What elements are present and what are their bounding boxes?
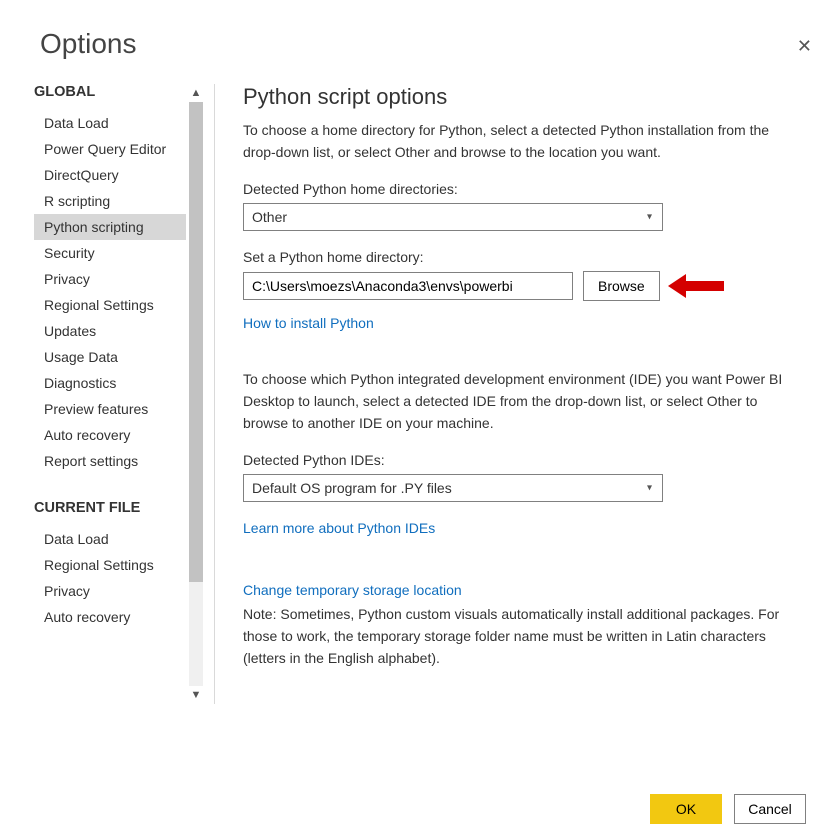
sidebar-item-auto-recovery[interactable]: Auto recovery [34,422,186,448]
link-install-python[interactable]: How to install Python [243,315,374,331]
sidebar-item-security[interactable]: Security [34,240,186,266]
close-icon[interactable]: ✕ [793,32,816,61]
sidebar-item-power-query-editor[interactable]: Power Query Editor [34,136,186,162]
ide-intro-text: To choose which Python integrated develo… [243,369,800,434]
content-heading: Python script options [243,84,800,110]
python-home-path-input[interactable] [243,272,573,300]
sidebar: GLOBAL Data Load Power Query Editor Dire… [34,84,186,704]
sidebar-item-cf-data-load[interactable]: Data Load [34,526,186,552]
sidebar-section-current-file: CURRENT FILE [34,500,186,520]
sidebar-item-report-settings[interactable]: Report settings [34,448,186,474]
detected-ide-label: Detected Python IDEs: [243,452,800,468]
detected-home-label: Detected Python home directories: [243,181,800,197]
sidebar-section-global: GLOBAL [34,84,186,104]
sidebar-item-cf-auto-recovery[interactable]: Auto recovery [34,604,186,630]
link-change-storage[interactable]: Change temporary storage location [243,582,462,598]
sidebar-item-preview-features[interactable]: Preview features [34,396,186,422]
sidebar-item-python-scripting[interactable]: Python scripting [34,214,186,240]
scroll-down-icon[interactable]: ▼ [186,686,206,704]
link-learn-ides[interactable]: Learn more about Python IDEs [243,520,435,536]
cancel-button[interactable]: Cancel [734,794,806,824]
scroll-thumb[interactable] [189,102,203,582]
intro-text: To choose a home directory for Python, s… [243,120,800,163]
sidebar-item-regional-settings[interactable]: Regional Settings [34,292,186,318]
caret-down-icon: ▾ [647,483,652,494]
caret-down-icon: ▾ [647,212,652,223]
ok-button[interactable]: OK [650,794,722,824]
detected-ide-select[interactable]: Default OS program for .PY files ▾ [243,474,663,502]
sidebar-item-r-scripting[interactable]: R scripting [34,188,186,214]
sidebar-item-cf-privacy[interactable]: Privacy [34,578,186,604]
detected-home-select[interactable]: Other ▾ [243,203,663,231]
set-home-label: Set a Python home directory: [243,249,800,265]
sidebar-item-usage-data[interactable]: Usage Data [34,344,186,370]
storage-note: Note: Sometimes, Python custom visuals a… [243,604,800,669]
sidebar-scrollbar[interactable]: ▲ ▼ [186,84,206,704]
browse-button[interactable]: Browse [583,271,660,301]
detected-home-value: Other [252,209,287,225]
sidebar-item-data-load[interactable]: Data Load [34,110,186,136]
sidebar-item-privacy[interactable]: Privacy [34,266,186,292]
sidebar-item-updates[interactable]: Updates [34,318,186,344]
dialog-footer: OK Cancel [650,794,806,824]
sidebar-item-diagnostics[interactable]: Diagnostics [34,370,186,396]
detected-ide-value: Default OS program for .PY files [252,480,452,496]
main-content: Python script options To choose a home d… [215,84,824,704]
sidebar-item-cf-regional-settings[interactable]: Regional Settings [34,552,186,578]
dialog-title: Options [40,28,824,60]
sidebar-item-directquery[interactable]: DirectQuery [34,162,186,188]
red-arrow-annotation [674,277,724,295]
scroll-up-icon[interactable]: ▲ [186,84,206,102]
